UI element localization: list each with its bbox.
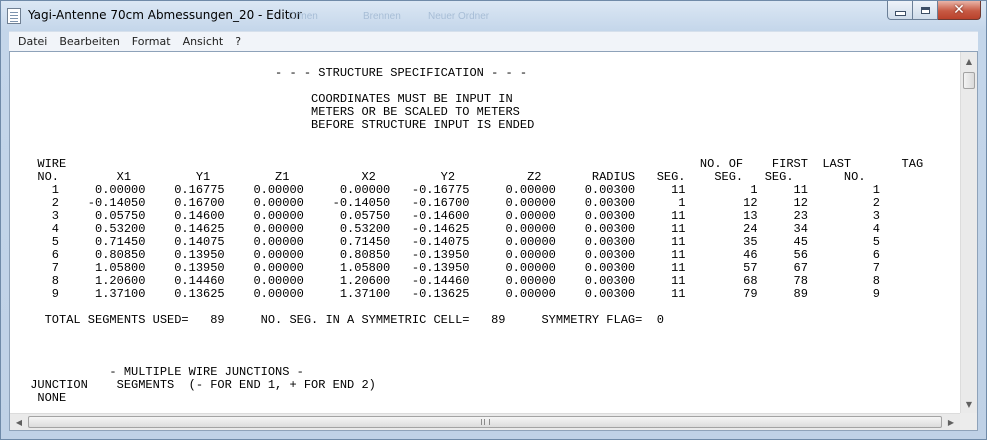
background-ghost-open: Öffnen [288, 11, 318, 22]
background-ghost-new-folder: Neuer Ordner [428, 11, 490, 22]
scroll-left-icon[interactable]: ◀ [11, 414, 27, 430]
notepad-app-icon[interactable] [7, 8, 21, 24]
scroll-grip-icon [480, 419, 490, 425]
maximize-icon [920, 6, 930, 14]
scroll-right-icon[interactable]: ▶ [943, 414, 959, 430]
menu-bearbeiten[interactable]: Bearbeiten [53, 32, 125, 51]
background-ghost-burn: Brennen [363, 11, 401, 22]
scrollbar-corner [960, 413, 977, 430]
menu-format[interactable]: Format [126, 32, 177, 51]
maximize-button[interactable] [913, 1, 938, 20]
horizontal-scroll-thumb[interactable] [28, 416, 942, 428]
minimize-icon [894, 11, 906, 16]
vertical-scroll-thumb[interactable] [963, 72, 975, 89]
scroll-up-icon[interactable]: ▲ [961, 53, 977, 69]
menu-bar: Datei Bearbeiten Format Ansicht ? [9, 31, 978, 52]
window-title: Yagi-Antenne 70cm Abmessungen_20 - Edito… [28, 8, 302, 22]
menu-ansicht[interactable]: Ansicht [177, 32, 230, 51]
title-bar[interactable]: Yagi-Antenne 70cm Abmessungen_20 - Edito… [1, 1, 986, 31]
scroll-down-icon[interactable]: ▼ [961, 396, 977, 412]
minimize-button[interactable] [887, 1, 913, 20]
document-content[interactable]: - - - STRUCTURE SPECIFICATION - - - COOR… [23, 67, 923, 405]
text-editor[interactable]: - - - STRUCTURE SPECIFICATION - - - COOR… [9, 51, 978, 431]
editor-window: Yagi-Antenne 70cm Abmessungen_20 - Edito… [0, 0, 987, 440]
document-text-area[interactable]: - - - STRUCTURE SPECIFICATION - - - COOR… [10, 52, 960, 413]
close-icon: ✕ [953, 2, 965, 18]
menu-datei[interactable]: Datei [9, 32, 53, 51]
close-button[interactable]: ✕ [938, 1, 981, 20]
vertical-scrollbar[interactable]: ▲ ▼ [960, 52, 977, 413]
horizontal-scrollbar[interactable]: ◀ ▶ [10, 413, 960, 430]
caption-buttons: ✕ [887, 1, 981, 21]
menu-help[interactable]: ? [229, 32, 247, 51]
